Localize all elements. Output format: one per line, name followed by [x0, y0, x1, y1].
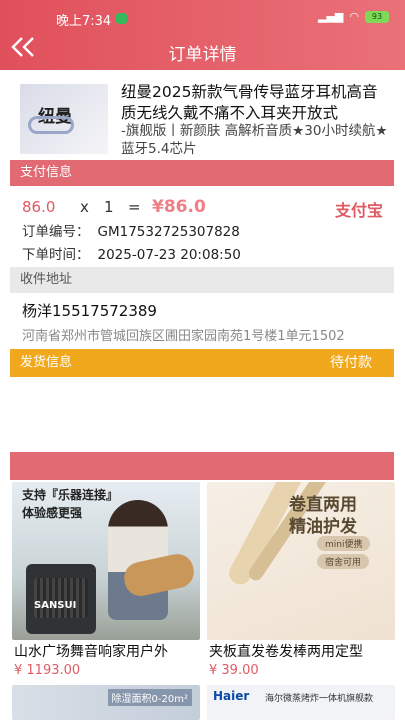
speaker-grille [34, 578, 88, 618]
recommend-price: ¥ 1193.00 [14, 663, 81, 678]
app-header: 订单详情 [0, 32, 405, 70]
banner-text: 除湿面积0-20m² [107, 689, 192, 706]
signal-icon: ▂▄▆ [318, 10, 344, 23]
product-name: 纽曼2025新款气骨传导蓝牙耳机高音质无线久戴不痛不入耳夹开放式 [121, 83, 378, 122]
payment-method: 支付宝 [334, 201, 383, 220]
recommend-card[interactable]: Haier 海尔微蒸烤炸一体机旗舰款 [207, 685, 395, 720]
banner-text: 精油护发 [289, 517, 357, 537]
battery-icon: 93 [365, 10, 389, 23]
product-image[interactable]: 卷直两用 精油护发 mini便携 宿舍可用 [207, 482, 395, 640]
payment-row: 86.0 x 1 = ¥86.0 支付宝 [22, 196, 387, 220]
unit-price: 86.0 [22, 198, 56, 216]
recommend-card[interactable]: 除湿面积0-20m² [12, 685, 200, 720]
address-section-header: 收件地址 [10, 267, 394, 293]
order-number-label: 订单编号： [22, 224, 90, 240]
page-title: 订单详情 [168, 45, 237, 65]
product-image[interactable]: 支持『乐器连接』 体验感更强 SANSUI [12, 482, 200, 640]
payment-section-header: 支付信息 [10, 160, 394, 186]
order-time-label: 下单时间： [22, 247, 90, 263]
order-number: GM17532725307828 [97, 224, 240, 240]
earbuds-graphic [28, 116, 74, 134]
quantity: 1 [104, 198, 114, 216]
shipping-section-header: 发货信息 待付款 [10, 349, 394, 377]
recipient-address: 河南省郑州市管城回族区圃田家园南苑1号楼1单元1502 [22, 329, 345, 344]
product-image[interactable]: 除湿面积0-20m² [12, 685, 200, 720]
banner-text: 海尔微蒸烤炸一体机旗舰款 [265, 694, 374, 704]
equals-sign: = [128, 198, 141, 216]
feature-pill: 宿舍可用 [317, 554, 370, 569]
wifi-icon: ◠ [349, 10, 359, 23]
multiply-sign: x [80, 198, 89, 216]
product-summary[interactable]: 纽曼 纽曼2025新款气骨传导蓝牙耳机高音质无线久戴不痛不入耳夹开放式 -旗舰版… [0, 76, 405, 158]
status-time: 晚上7:34 [56, 14, 112, 29]
feature-pill: mini便携 [317, 536, 371, 551]
status-bar: 晚上7:34 ▂▄▆ ◠ 93 [0, 0, 405, 32]
recommend-title: 山水广场舞音响家用户外 [14, 644, 168, 660]
shipping-status: 待付款 [330, 355, 372, 371]
recommend-price: ¥ 39.00 [209, 663, 259, 678]
system-icons: ▂▄▆ ◠ 93 [318, 10, 389, 23]
order-number-row: 订单编号： GM17532725307828 [22, 220, 240, 240]
total-price: ¥86.0 [152, 197, 206, 217]
product-desc: -旗舰版丨新颜肤 高解析音质★30小时续航★蓝牙5.4芯片 [121, 123, 388, 157]
order-time: 2025-07-23 20:08:50 [97, 247, 241, 263]
top-bar: 晚上7:34 ▂▄▆ ◠ 93 订单详情 [0, 0, 405, 70]
brand-logo: SANSUI [34, 600, 77, 611]
recommend-title: 夹板直发卷发棒两用定型 [209, 644, 363, 660]
banner-text: 支持『乐器连接』 [22, 488, 119, 502]
brand-logo: Haier [213, 689, 250, 703]
recommendations-header [10, 452, 394, 480]
recipient-name-phone: 杨洋15517572389 [22, 302, 157, 320]
order-time-row: 下单时间： 2025-07-23 20:08:50 [22, 243, 241, 263]
product-thumbnail[interactable]: 纽曼 [20, 84, 108, 154]
shipping-label: 发货信息 [20, 355, 73, 370]
banner-text: 体验感更强 [22, 506, 83, 520]
app-notification-icon [116, 13, 127, 24]
product-image[interactable]: Haier 海尔微蒸烤炸一体机旗舰款 [207, 685, 395, 720]
